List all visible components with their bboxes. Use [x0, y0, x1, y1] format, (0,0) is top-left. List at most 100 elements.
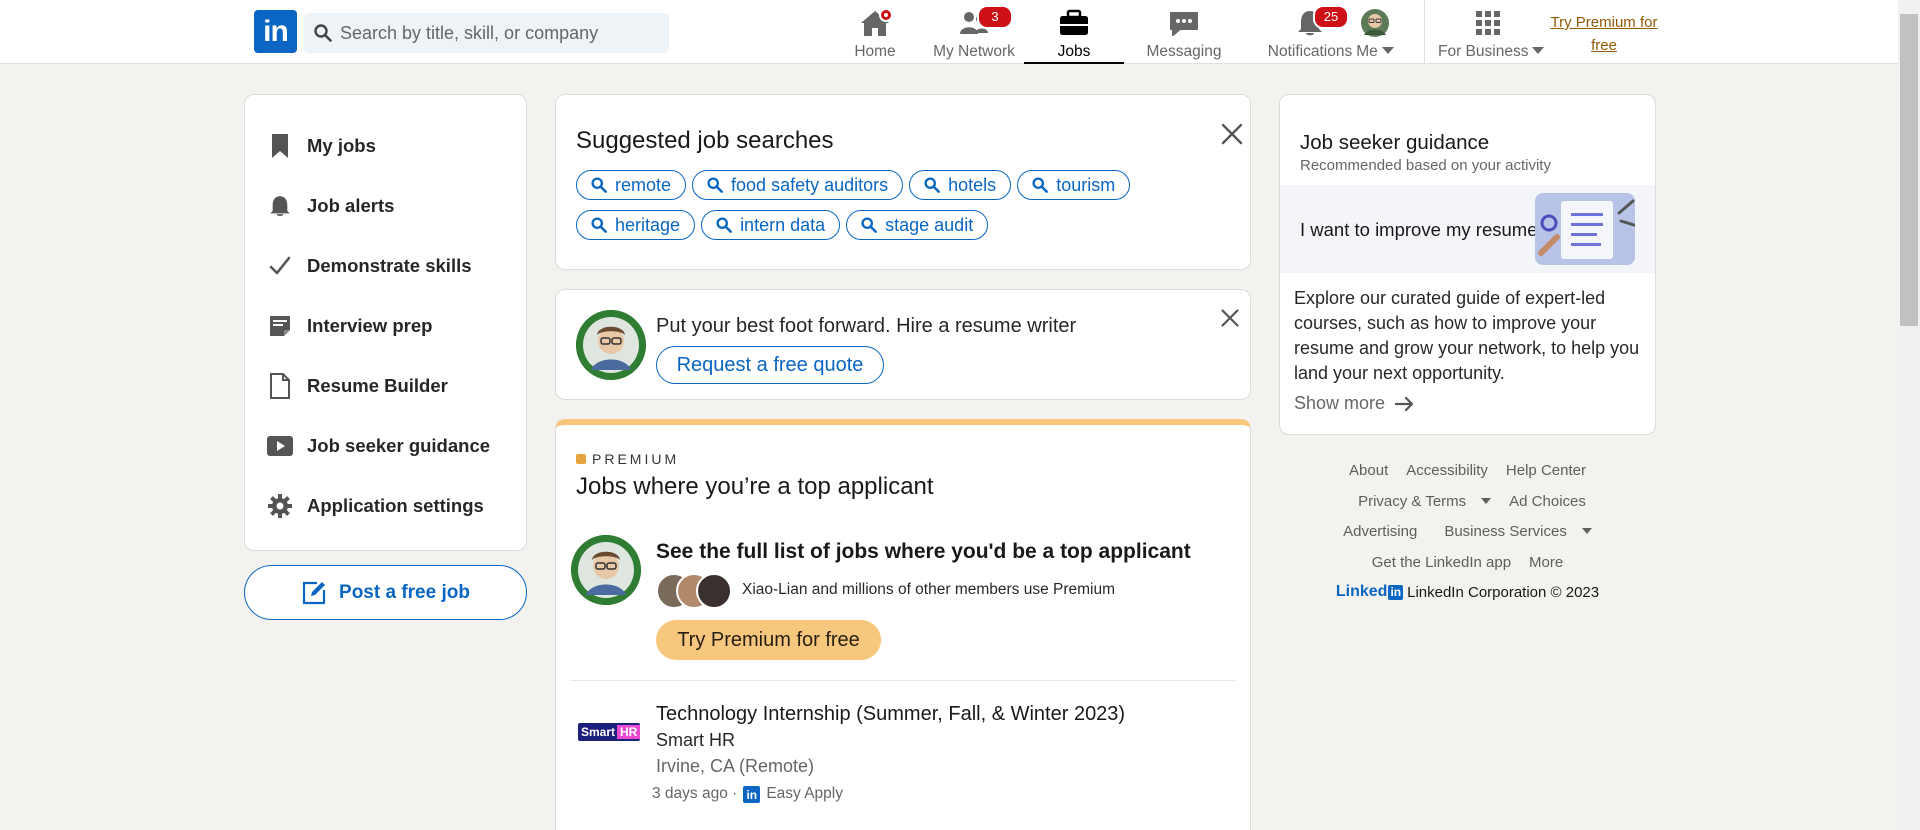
guidance-subtitle: Recommended based on your activity [1300, 157, 1551, 174]
easy-apply-label: Easy Apply [766, 785, 843, 802]
gear-icon [267, 493, 293, 519]
nav-label: Home [854, 43, 896, 60]
try-premium-link[interactable]: Try Premium for free [1545, 11, 1663, 57]
request-quote-button[interactable]: Request a free quote [656, 346, 884, 384]
nav-for-business[interactable]: For Business [1438, 4, 1545, 64]
grid-icon [1472, 8, 1504, 38]
search-icon [707, 177, 723, 193]
video-icon [267, 433, 293, 459]
chevron-down-icon [1581, 528, 1592, 534]
home-icon [859, 8, 893, 38]
section-title: Jobs where you’re a top applicant [576, 473, 934, 500]
nav-home[interactable]: Home [850, 4, 900, 64]
sidebar-item-demonstrate-skills[interactable]: Demonstrate skills [267, 246, 517, 286]
chevron-down-icon [1532, 47, 1545, 54]
resume-illustration [1535, 193, 1636, 265]
nav-notifications[interactable]: 25 Notifications [1261, 4, 1359, 64]
search-chip[interactable]: hotels [909, 170, 1012, 200]
footer-link-ad-choices[interactable]: Ad Choices [1509, 493, 1586, 510]
search-icon [861, 217, 878, 233]
search-chip[interactable]: tourism [1017, 170, 1131, 200]
search-chip[interactable]: remote [576, 170, 687, 200]
footer-link-get-app[interactable]: Get the LinkedIn app [1372, 554, 1511, 571]
messaging-icon [1168, 8, 1200, 38]
nav-label: My Network [933, 43, 1015, 60]
checkmark-icon [267, 253, 293, 279]
footer-link-more[interactable]: More [1529, 554, 1563, 571]
top-navigation-bar: in Home 3 My Network Jobs Messaging [0, 0, 1898, 64]
nav-messaging[interactable]: Messaging [1136, 4, 1232, 64]
close-icon[interactable] [1220, 122, 1244, 146]
footer-link-advertising[interactable]: Advertising [1343, 523, 1417, 540]
scrollbar-thumb[interactable] [1900, 14, 1918, 326]
premium-row-title: See the full list of jobs where you'd be… [656, 540, 1191, 563]
job-title-link[interactable]: Technology Internship (Summer, Fall, & W… [656, 703, 1125, 726]
section-title: Suggested job searches [576, 127, 834, 154]
nav-label: Jobs [1057, 43, 1091, 60]
footer-link-help-center[interactable]: Help Center [1506, 462, 1586, 479]
premium-top-applicant-card: PREMIUM Jobs where you’re a top applican… [555, 419, 1251, 830]
search-icon [314, 24, 332, 42]
nav-me[interactable]: Me [1352, 4, 1398, 64]
nav-my-network[interactable]: 3 My Network [928, 4, 1020, 64]
search-chip[interactable]: food safety auditors [692, 170, 904, 200]
guidance-description: Explore our curated guide of expert-led … [1294, 288, 1640, 383]
search-chip[interactable]: heritage [576, 210, 696, 240]
search-chip[interactable]: stage audit [846, 210, 989, 240]
nav-divider [1424, 0, 1425, 64]
bookmark-icon [267, 133, 293, 159]
sidebar-item-interview-prep[interactable]: Interview prep [267, 306, 517, 346]
copyright: Linked in LinkedIn Corporation © 2023 [1335, 583, 1600, 601]
members-text: Xiao-Lian and millions of other members … [742, 581, 1116, 598]
job-seeker-guidance-card: Job seeker guidance Recommended based on… [1279, 94, 1656, 435]
notification-dot [879, 8, 893, 22]
avatar [1359, 8, 1391, 38]
guidance-topic[interactable]: I want to improve my resume [1280, 185, 1655, 273]
linkedin-wordmark: Linked in [1335, 583, 1404, 600]
nav-label: For Business [1438, 43, 1529, 60]
linkedin-logo[interactable]: in [254, 10, 297, 53]
network-icon: 3 [958, 5, 1013, 38]
linkedin-icon: in [743, 785, 761, 803]
search-icon [591, 177, 607, 193]
search-chip[interactable]: intern data [701, 210, 841, 240]
divider [570, 680, 1236, 681]
search-icon [924, 177, 941, 193]
close-icon[interactable] [1220, 308, 1240, 328]
company-logo: Smart HR [578, 723, 641, 741]
footer-link-business-services[interactable]: Business Services [1435, 523, 1592, 540]
count-badge: 25 [1313, 5, 1349, 29]
sidebar-item-job-seeker-guidance[interactable]: Job seeker guidance [267, 426, 517, 466]
search-box[interactable] [304, 13, 669, 53]
show-more-link[interactable]: Show more [1294, 393, 1415, 414]
resume-writer-promo: Put your best foot forward. Hire a resum… [555, 289, 1251, 400]
guidance-topic-title: I want to improve my resume [1300, 219, 1538, 240]
edit-icon [302, 581, 326, 604]
avatar [696, 573, 732, 609]
job-meta: 3 days ago · in Easy Apply [652, 785, 843, 803]
count-badge: 3 [977, 5, 1013, 29]
search-input[interactable] [340, 13, 660, 53]
try-premium-button[interactable]: Try Premium for free [656, 620, 881, 660]
jobs-sidebar: My jobs Job alerts Demonstrate skills In… [244, 94, 527, 551]
briefcase-icon [1058, 8, 1090, 38]
post-free-job-button[interactable]: Post a free job [244, 565, 527, 620]
bell-icon: 25 [1294, 5, 1349, 38]
nav-jobs[interactable]: Jobs [1024, 4, 1124, 64]
sidebar-item-resume-builder[interactable]: Resume Builder [267, 366, 517, 406]
footer-link-privacy-terms[interactable]: Privacy & Terms [1349, 493, 1492, 510]
nav-label: Messaging [1146, 43, 1222, 60]
footer-link-about[interactable]: About [1349, 462, 1388, 479]
document-icon [267, 373, 293, 399]
promo-text: Put your best foot forward. Hire a resum… [656, 315, 1077, 337]
premium-icon [576, 454, 586, 464]
sidebar-item-application-settings[interactable]: Application settings [267, 486, 517, 526]
profile-avatar [576, 310, 646, 380]
member-avatars [656, 573, 736, 609]
sidebar-item-job-alerts[interactable]: Job alerts [267, 186, 517, 226]
footer: About Accessibility Help Center Privacy & … [1279, 460, 1656, 601]
search-chips: remote food safety auditors hotels tourism h… [576, 170, 1216, 250]
sidebar-item-my-jobs[interactable]: My jobs [267, 126, 517, 166]
footer-link-accessibility[interactable]: Accessibility [1406, 462, 1488, 479]
nav-label: Notifications [1267, 43, 1353, 60]
